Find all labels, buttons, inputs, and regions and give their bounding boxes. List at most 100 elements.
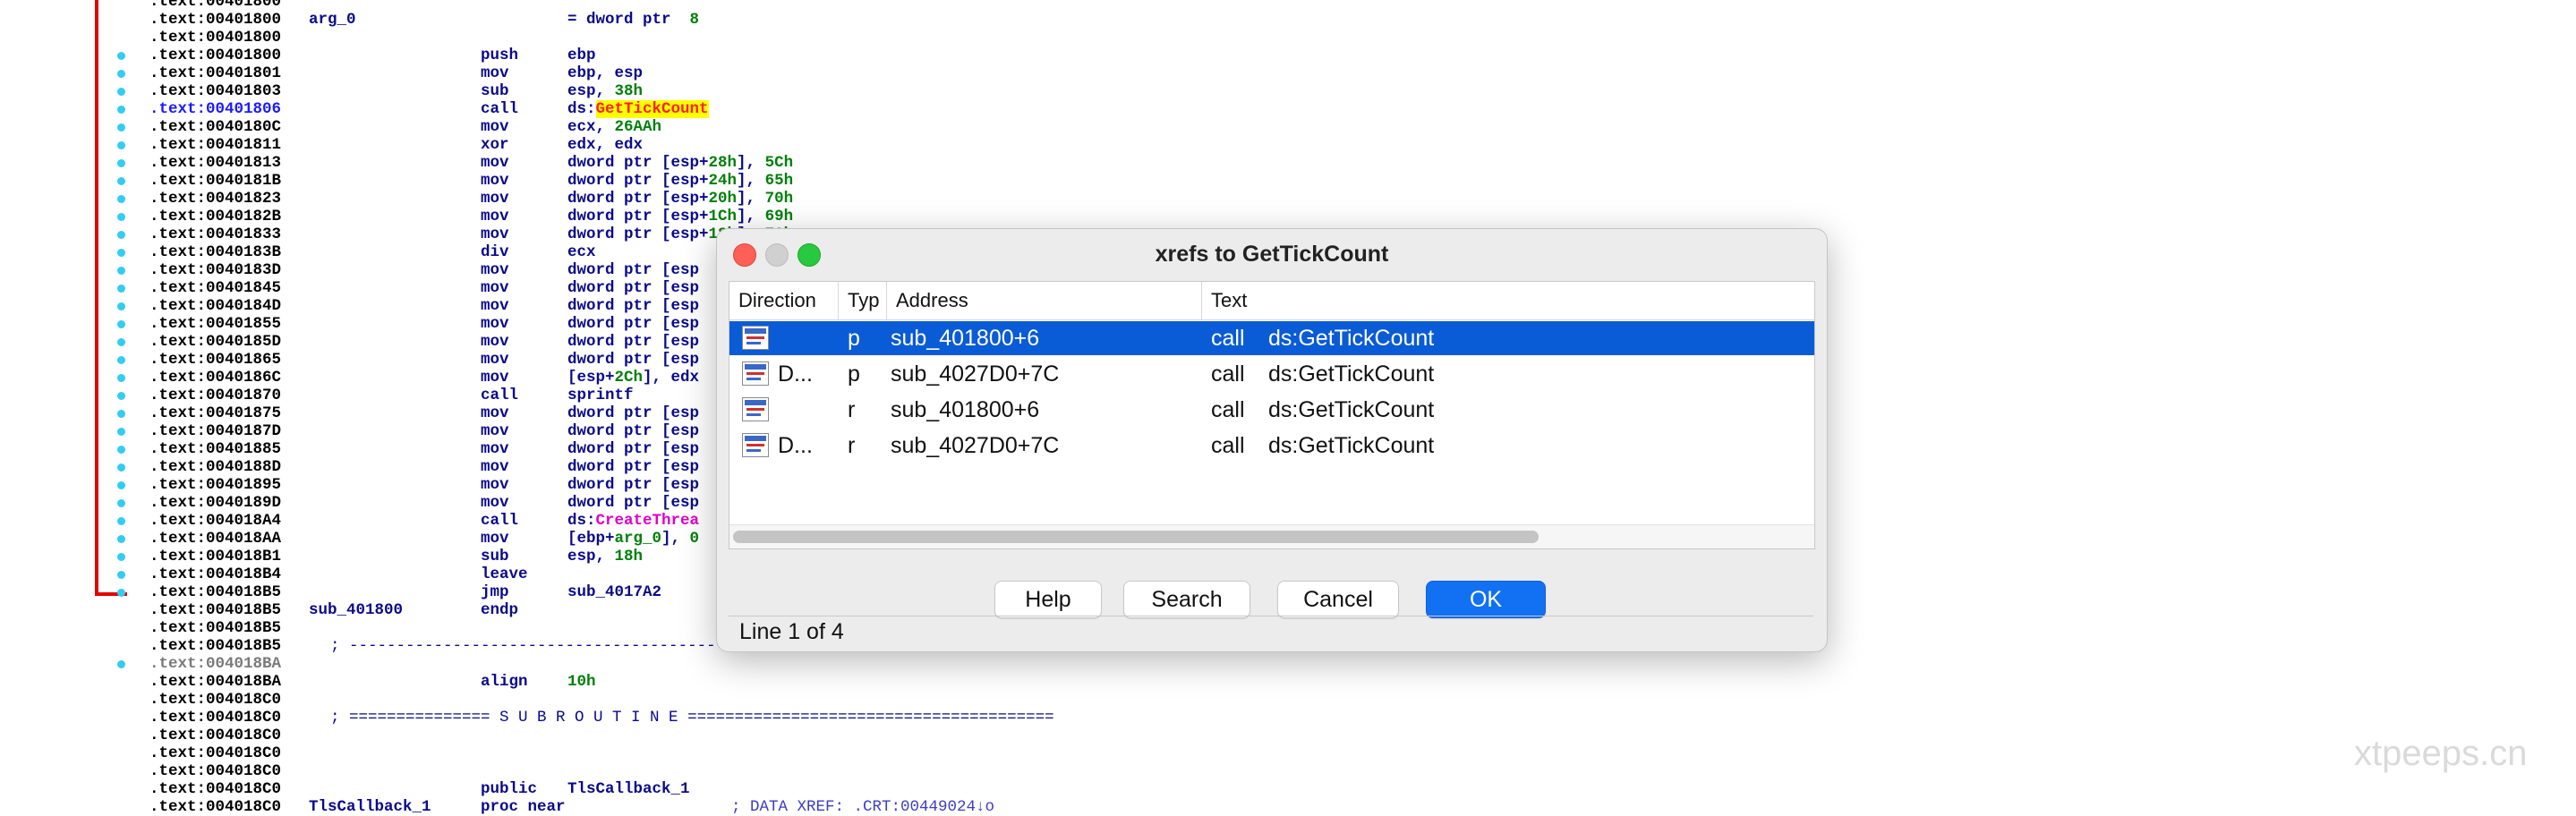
xref-comment[interactable]: ; DATA XREF: .CRT:00449024↓o bbox=[731, 798, 994, 816]
listing-line[interactable]: .text:00401800 push ebp bbox=[149, 47, 596, 64]
listing-line[interactable]: .text:0040181B mov dword ptr [esp+24h], 65… bbox=[149, 172, 793, 190]
listing-line[interactable]: .text:00401800 bbox=[149, 29, 281, 47]
xref-row[interactable]: r sub_401800+6 call ds:GetTickCount bbox=[729, 393, 1814, 427]
listing-line[interactable]: .text:00401813 mov dword ptr [esp+28h], 5C… bbox=[149, 154, 793, 172]
listing-line[interactable]: .text:00401833movdword ptr [esp+18h], 70… bbox=[149, 225, 793, 243]
listing-line[interactable]: .text:004018A4 call ds:CreateThrea bbox=[149, 512, 699, 530]
line-address: .text:00401875 bbox=[149, 404, 282, 422]
trace-dot bbox=[117, 481, 125, 489]
code-xref-icon bbox=[742, 361, 769, 386]
trace-dot bbox=[117, 106, 125, 114]
column-header-direction[interactable]: Direction bbox=[729, 282, 839, 319]
operand-token: dword ptr [esp+ bbox=[567, 225, 709, 243]
operand-token: ds: bbox=[567, 100, 596, 118]
cancel-button[interactable]: Cancel bbox=[1277, 581, 1399, 618]
column-header-text[interactable]: Text bbox=[1202, 282, 1814, 319]
code-xref-icon bbox=[742, 433, 769, 457]
listing-line[interactable]: .text:004018C0 TlsCallback_1 proc near ; DA… bbox=[149, 798, 994, 816]
column-header-type[interactable]: Typ bbox=[839, 282, 887, 319]
line-address: .text:0040182B bbox=[149, 208, 282, 225]
listing-line[interactable]: .text:0040183B div ecx bbox=[149, 243, 596, 261]
listing-line[interactable]: .text:00401870 call sprintf bbox=[149, 387, 634, 404]
line-mnemonic: mov bbox=[481, 172, 509, 190]
line-address: .text:00401800 bbox=[149, 0, 282, 11]
listing-line[interactable]: .text:004018B5 ; ------------------------… bbox=[149, 637, 772, 655]
operand-token: 26AAh bbox=[614, 118, 662, 136]
listing-line[interactable]: .text:0040188D mov dword ptr [esp bbox=[149, 458, 699, 476]
line-operands: dword ptr [esp bbox=[567, 333, 699, 351]
listing-line[interactable]: .text:00401823 mov dword ptr [esp+20h], 70… bbox=[149, 190, 793, 208]
listing-line[interactable]: .text:004018BA bbox=[149, 655, 281, 673]
trace-dot bbox=[117, 195, 125, 203]
line-label[interactable]: arg_0 bbox=[309, 11, 356, 29]
listing-line[interactable]: .text:0040182B mov dword ptr [esp+1Ch], 69… bbox=[149, 208, 793, 225]
listing-line[interactable]: .text:0040183D mov dword ptr [esp bbox=[149, 261, 699, 279]
highlighted-symbol[interactable]: GetTickCount bbox=[595, 100, 709, 118]
line-address: .text:0040183D bbox=[149, 261, 282, 279]
listing-line[interactable]: .text:00401855 mov dword ptr [esp bbox=[149, 315, 699, 333]
listing-line[interactable]: .text:0040186C mov [esp+2Ch], edx bbox=[149, 369, 699, 387]
scrollbar-thumb[interactable] bbox=[733, 531, 1539, 543]
listing-line[interactable]: .text:004018BA align 10h bbox=[149, 673, 596, 691]
line-label[interactable]: sub_401800 bbox=[309, 601, 403, 619]
listing-line[interactable]: .text:004018B1 sub esp, 18h bbox=[149, 548, 643, 565]
listing-line[interactable]: .text:00401875 mov dword ptr [esp bbox=[149, 404, 699, 422]
xref-row[interactable]: p sub_401800+6 call ds:GetTickCount bbox=[729, 321, 1814, 355]
operand-token: 24h bbox=[708, 172, 738, 190]
listing-line[interactable]: .text:00401800 arg_0 = dword ptr 8 bbox=[149, 11, 699, 29]
line-operands: dword ptr [esp bbox=[567, 279, 699, 297]
line-address: .text:0040186C bbox=[149, 369, 282, 387]
listing-line[interactable]: .text:004018C0 bbox=[149, 744, 281, 762]
line-address: .text:004018B5 bbox=[149, 583, 282, 601]
listing-line[interactable]: .text:004018B4 leave bbox=[149, 565, 528, 583]
listing-line[interactable]: .text:0040180C mov ecx, 26AAh bbox=[149, 118, 661, 136]
listing-line[interactable]: .text:0040187D mov dword ptr [esp bbox=[149, 422, 699, 440]
line-address: .text:00401806 bbox=[149, 100, 282, 118]
trace-dot bbox=[117, 410, 125, 418]
trace-dot bbox=[117, 571, 125, 579]
operand-token: ], bbox=[661, 530, 690, 548]
trace-dot bbox=[117, 374, 125, 382]
listing-line[interactable]: .text:0040184D mov dword ptr [esp bbox=[149, 297, 699, 315]
xref-row[interactable]: D... r sub_4027D0+7C call ds:GetTickCount bbox=[729, 429, 1814, 463]
listing-line[interactable]: .text:00401811 xor edx, edx bbox=[149, 136, 643, 154]
listing-line[interactable]: .text:00401895 mov dword ptr [esp bbox=[149, 476, 699, 494]
column-header-address[interactable]: Address bbox=[887, 282, 1202, 319]
xref-instruction: call bbox=[1211, 361, 1245, 387]
listing-line[interactable]: .text:004018C0 public TlsCallback_1 bbox=[149, 780, 690, 798]
listing-line[interactable]: .text:004018C0 bbox=[149, 691, 281, 709]
listing-line[interactable]: .text:00401845 mov dword ptr [esp bbox=[149, 279, 699, 297]
listing-line[interactable]: .text:00401801 mov ebp, esp bbox=[149, 64, 643, 82]
operand-token: arg_0 bbox=[614, 530, 662, 548]
line-address: .text:0040183B bbox=[149, 243, 282, 261]
listing-line[interactable]: .text:00401806 call ds:GetTickCount bbox=[149, 100, 709, 118]
listing-line[interactable]: .text:004018AA mov [ebp+arg_0], 0 bbox=[149, 530, 699, 548]
api-symbol[interactable]: CreateThrea bbox=[596, 512, 700, 530]
line-operands: ecx, 26AAh bbox=[567, 118, 661, 136]
listing-line[interactable]: .text:004018C0 bbox=[149, 727, 281, 744]
operand-token: dword ptr [esp bbox=[567, 476, 700, 494]
listing-line[interactable]: .text:004018B5 jmp sub_4017A2 bbox=[149, 583, 661, 601]
xref-row[interactable]: D... p sub_4027D0+7C call ds:GetTickCount bbox=[729, 357, 1814, 391]
listing-line[interactable]: .text:0040189D mov dword ptr [esp bbox=[149, 494, 699, 512]
horizontal-scrollbar[interactable] bbox=[729, 524, 1814, 548]
listing-line[interactable]: .text:00401803 sub esp, 38h bbox=[149, 82, 643, 100]
listing-line[interactable]: .text:004018C0 bbox=[149, 762, 281, 780]
listing-line[interactable]: .text:00401800 bbox=[149, 0, 281, 11]
listing-line[interactable]: .text:00401885 mov dword ptr [esp bbox=[149, 440, 699, 458]
ok-button[interactable]: OK bbox=[1426, 581, 1546, 618]
operand-token: sub_4017A2 bbox=[567, 583, 662, 601]
listing-line[interactable]: .text:004018C0 ; =============== S U B R … bbox=[149, 709, 1054, 727]
help-button[interactable]: Help bbox=[994, 581, 1102, 618]
search-button[interactable]: Search bbox=[1123, 581, 1250, 618]
listing-line[interactable]: .text:0040185D mov dword ptr [esp bbox=[149, 333, 699, 351]
listing-line[interactable]: .text:00401865 mov dword ptr [esp bbox=[149, 351, 699, 369]
xref-address: sub_4027D0+7C bbox=[891, 361, 1060, 387]
listing-line[interactable]: .text:004018B5 sub_401800 endp bbox=[149, 601, 518, 619]
line-operands: 10h bbox=[567, 673, 596, 691]
operand-token: dword ptr [esp bbox=[567, 494, 700, 512]
line-label[interactable]: TlsCallback_1 bbox=[309, 798, 431, 816]
watermark: xtpeeps.cn bbox=[2354, 734, 2528, 773]
trace-dot bbox=[117, 267, 125, 275]
listing-line[interactable]: .text:004018B5 bbox=[149, 619, 281, 637]
